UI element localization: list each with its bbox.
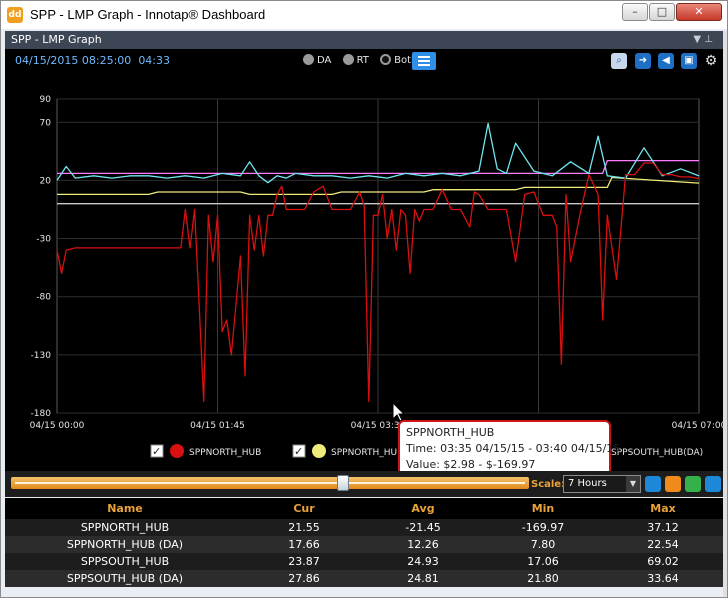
zoom-icon[interactable]: ⌕ [611,53,627,69]
cell-avg: 12.26 [363,536,483,553]
scale-select[interactable]: 7 Hours ▼ [563,475,641,493]
minimize-icon: – [632,5,638,18]
forward-arrow-icon[interactable]: ➜ [635,53,651,69]
radio-da[interactable] [303,54,314,65]
curve-icon[interactable] [685,476,701,492]
checkmark-icon: ✓ [152,445,161,458]
slider-thumb[interactable] [337,475,349,491]
timestamp-readout: 04/15/2015 08:25:00 04:33 [15,54,170,67]
radio-da-label: DA [317,55,332,66]
view-mode-radio-group: DA RT Both [303,54,425,66]
y-tick-label: 70 [40,118,52,128]
cell-name: SPPNORTH_HUB [5,519,245,536]
sound-icon[interactable]: ◀ [658,53,674,69]
col-header-cur[interactable]: Cur [245,498,363,519]
graph-toolbar: 04/15/2015 08:25:00 04:33 DA RT Both ⌕ ➜… [5,49,723,73]
cell-min: 17.06 [483,553,603,570]
maximize-icon: □ [656,5,668,18]
cell-cur: 27.86 [245,570,363,587]
cell-min: 7.80 [483,536,603,553]
app-logo-icon: dd [7,7,23,23]
table-row[interactable]: SPPNORTH_HUB 21.55 -21.45 -169.97 37.12 [5,519,723,536]
export-icon[interactable]: ▣ [681,53,697,69]
maximize-button[interactable]: □ [649,3,675,21]
time-range-slider[interactable] [11,475,529,491]
stats-table: Name Cur Avg Min Max SPPNORTH_HUB 21.55 -2… [5,498,723,587]
list-icon [418,56,430,58]
list-view-button[interactable] [412,52,436,70]
legend-label: SPPNORTH_HUB [189,448,261,458]
x-tick-label: 04/15 00:00 [30,421,85,431]
cell-name: SPPNORTH_HUB (DA) [5,536,245,553]
panel-header: SPP - LMP Graph ▼ ⊥ [5,31,723,49]
radio-rt[interactable] [342,54,354,65]
window-title: SPP - LMP Graph - Innotap® Dashboard [30,7,266,22]
settings-grid-icon[interactable] [665,476,681,492]
minimize-button[interactable]: – [622,3,648,21]
table-header-row: Name Cur Avg Min Max [5,498,723,519]
timestamp-time: 04:33 [138,54,171,67]
timestamp-datetime: 04/15/2015 08:25:00 [15,54,132,67]
cell-name: SPPSOUTH_HUB (DA) [5,570,245,587]
scale-label: Scale: [531,479,566,490]
col-header-max[interactable]: Max [603,498,723,519]
x-tick-label: 04/15 07:00 [672,421,723,431]
chevron-down-icon: ▼ [626,476,640,492]
mouse-cursor-icon [392,401,406,422]
y-tick-label: -180 [31,409,52,419]
cell-max: 33.64 [603,570,723,587]
col-header-name[interactable]: Name [5,498,245,519]
radio-both[interactable] [380,54,392,65]
cell-avg: 24.93 [363,553,483,570]
legend-label: SPPSOUTH_HUB(DA) [611,448,703,458]
close-button[interactable]: ✕ [676,3,722,21]
scale-bar: Scale: 7 Hours ▼ [5,471,723,497]
cell-max: 69.02 [603,553,723,570]
tooltip-title: SPPNORTH_HUB [406,426,495,439]
gear-icon[interactable]: ⚙ [703,53,719,69]
y-tick-label: -130 [31,351,52,361]
app-window: dd SPP - LMP Graph - Innotap® Dashboard … [0,0,728,598]
table-row[interactable]: SPPNORTH_HUB (DA) 17.66 12.26 7.80 22.54 [5,536,723,553]
checkmark-icon: ✓ [294,445,303,458]
list-icon-line-2 [418,60,430,62]
col-header-avg[interactable]: Avg [363,498,483,519]
cell-max: 22.54 [603,536,723,553]
cell-name: SPPSOUTH_HUB [5,553,245,570]
slider-track-line [15,482,525,484]
cell-avg: -21.45 [363,519,483,536]
radio-rt-label: RT [356,55,369,66]
legend-swatch [312,444,326,458]
scale-select-value: 7 Hours [568,478,607,489]
panel-title: SPP - LMP Graph [11,33,102,46]
y-tick-label: -30 [36,235,51,245]
lmp-chart: 04/15 00:00 04/15 01:45 04/15 03:30 04/15 0… [5,73,727,471]
cell-min: -169.97 [483,519,603,536]
save-icon[interactable] [705,476,721,492]
pin-icon[interactable]: ▼ ⊥ [693,34,713,45]
cell-cur: 17.66 [245,536,363,553]
table-row[interactable]: SPPSOUTH_HUB (DA) 27.86 24.81 21.80 33.64 [5,570,723,587]
legend-label: SPPNORTH_HU [331,448,397,458]
close-icon: ✕ [694,5,704,18]
cell-min: 21.80 [483,570,603,587]
cell-avg: 24.81 [363,570,483,587]
y-tick-label: -80 [36,293,51,303]
cell-max: 37.12 [603,519,723,536]
tooltip-time: Time: 03:35 04/15/15 - 03:40 04/15/15 [406,442,621,455]
vertical-scrollbar[interactable] [723,31,727,597]
title-bar: dd SPP - LMP Graph - Innotap® Dashboard … [1,1,727,29]
eye-icon[interactable] [645,476,661,492]
y-tick-label: 20 [40,176,52,186]
list-icon-line-3 [418,64,430,66]
x-tick-label: 04/15 01:45 [190,421,245,431]
legend-swatch [170,444,184,458]
lmp-chart-svg: 04/15 00:00 04/15 01:45 04/15 03:30 04/15 0… [30,95,727,458]
col-header-min[interactable]: Min [483,498,603,519]
cell-cur: 23.87 [245,553,363,570]
y-tick-label: 90 [40,95,52,105]
table-row[interactable]: SPPSOUTH_HUB 23.87 24.93 17.06 69.02 [5,553,723,570]
cell-cur: 21.55 [245,519,363,536]
